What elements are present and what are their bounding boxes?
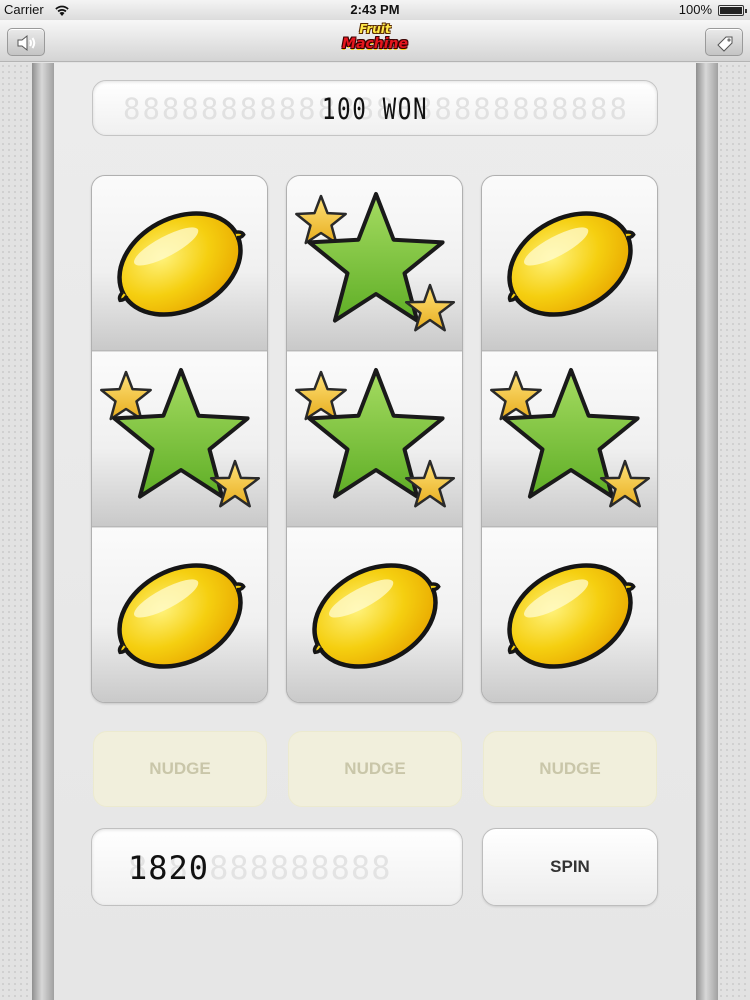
- nudge-button-3[interactable]: NUDGE: [483, 731, 657, 807]
- reel-2-symbol-lemon: [287, 528, 462, 702]
- reel-1-symbol-star: [92, 352, 267, 527]
- nudge-button-1[interactable]: NUDGE: [93, 731, 267, 807]
- price-tag-icon: [717, 36, 733, 52]
- reel-3-symbol-lemon: [482, 176, 657, 351]
- credit-display: 8888888888888 1820: [91, 828, 463, 906]
- left-rail: [32, 63, 54, 1000]
- reel-1-symbol-lemon: [92, 176, 267, 351]
- spin-button[interactable]: SPIN: [482, 828, 658, 906]
- reel-1-symbol-lemon: [92, 528, 267, 702]
- right-background: [718, 63, 750, 1000]
- nav-bar: Fruit Machine: [0, 20, 750, 62]
- star-icon: [490, 368, 651, 508]
- lemon-icon: [507, 563, 636, 669]
- app-logo: Fruit Machine: [320, 23, 430, 59]
- right-rail: [696, 63, 718, 1000]
- lemon-icon: [117, 211, 246, 317]
- reel-3-symbol-star: [482, 352, 657, 527]
- logo-text-machine: Machine: [342, 36, 408, 52]
- reel-2-symbol-star: [287, 176, 462, 351]
- battery-icon: [718, 5, 747, 16]
- nudge-button-2[interactable]: NUDGE: [288, 731, 462, 807]
- lemon-icon: [117, 563, 246, 669]
- left-background: [0, 63, 32, 1000]
- credit-value: 1820: [128, 849, 210, 887]
- star-icon: [295, 368, 456, 508]
- store-button[interactable]: [705, 28, 743, 56]
- lemon-icon: [507, 211, 636, 317]
- sound-button[interactable]: [7, 28, 45, 56]
- message-text: 100 WON: [321, 92, 429, 126]
- status-bar: Carrier 2:43 PM 100%: [0, 0, 750, 20]
- speaker-icon: [17, 34, 36, 52]
- clock-label: 2:43 PM: [350, 2, 400, 17]
- reel-2: [286, 175, 463, 703]
- reel-1: [91, 175, 268, 703]
- battery-percent: 100%: [678, 2, 712, 17]
- star-icon: [295, 192, 456, 332]
- message-display: 88888888888888888888888888 100 WON: [92, 80, 658, 136]
- reel-2-symbol-star: [287, 352, 462, 527]
- reel-3-symbol-lemon: [482, 528, 657, 702]
- reel-3: [481, 175, 658, 703]
- star-icon: [100, 368, 261, 508]
- lemon-icon: [312, 563, 441, 669]
- logo-text-fruit: Fruit: [359, 22, 391, 36]
